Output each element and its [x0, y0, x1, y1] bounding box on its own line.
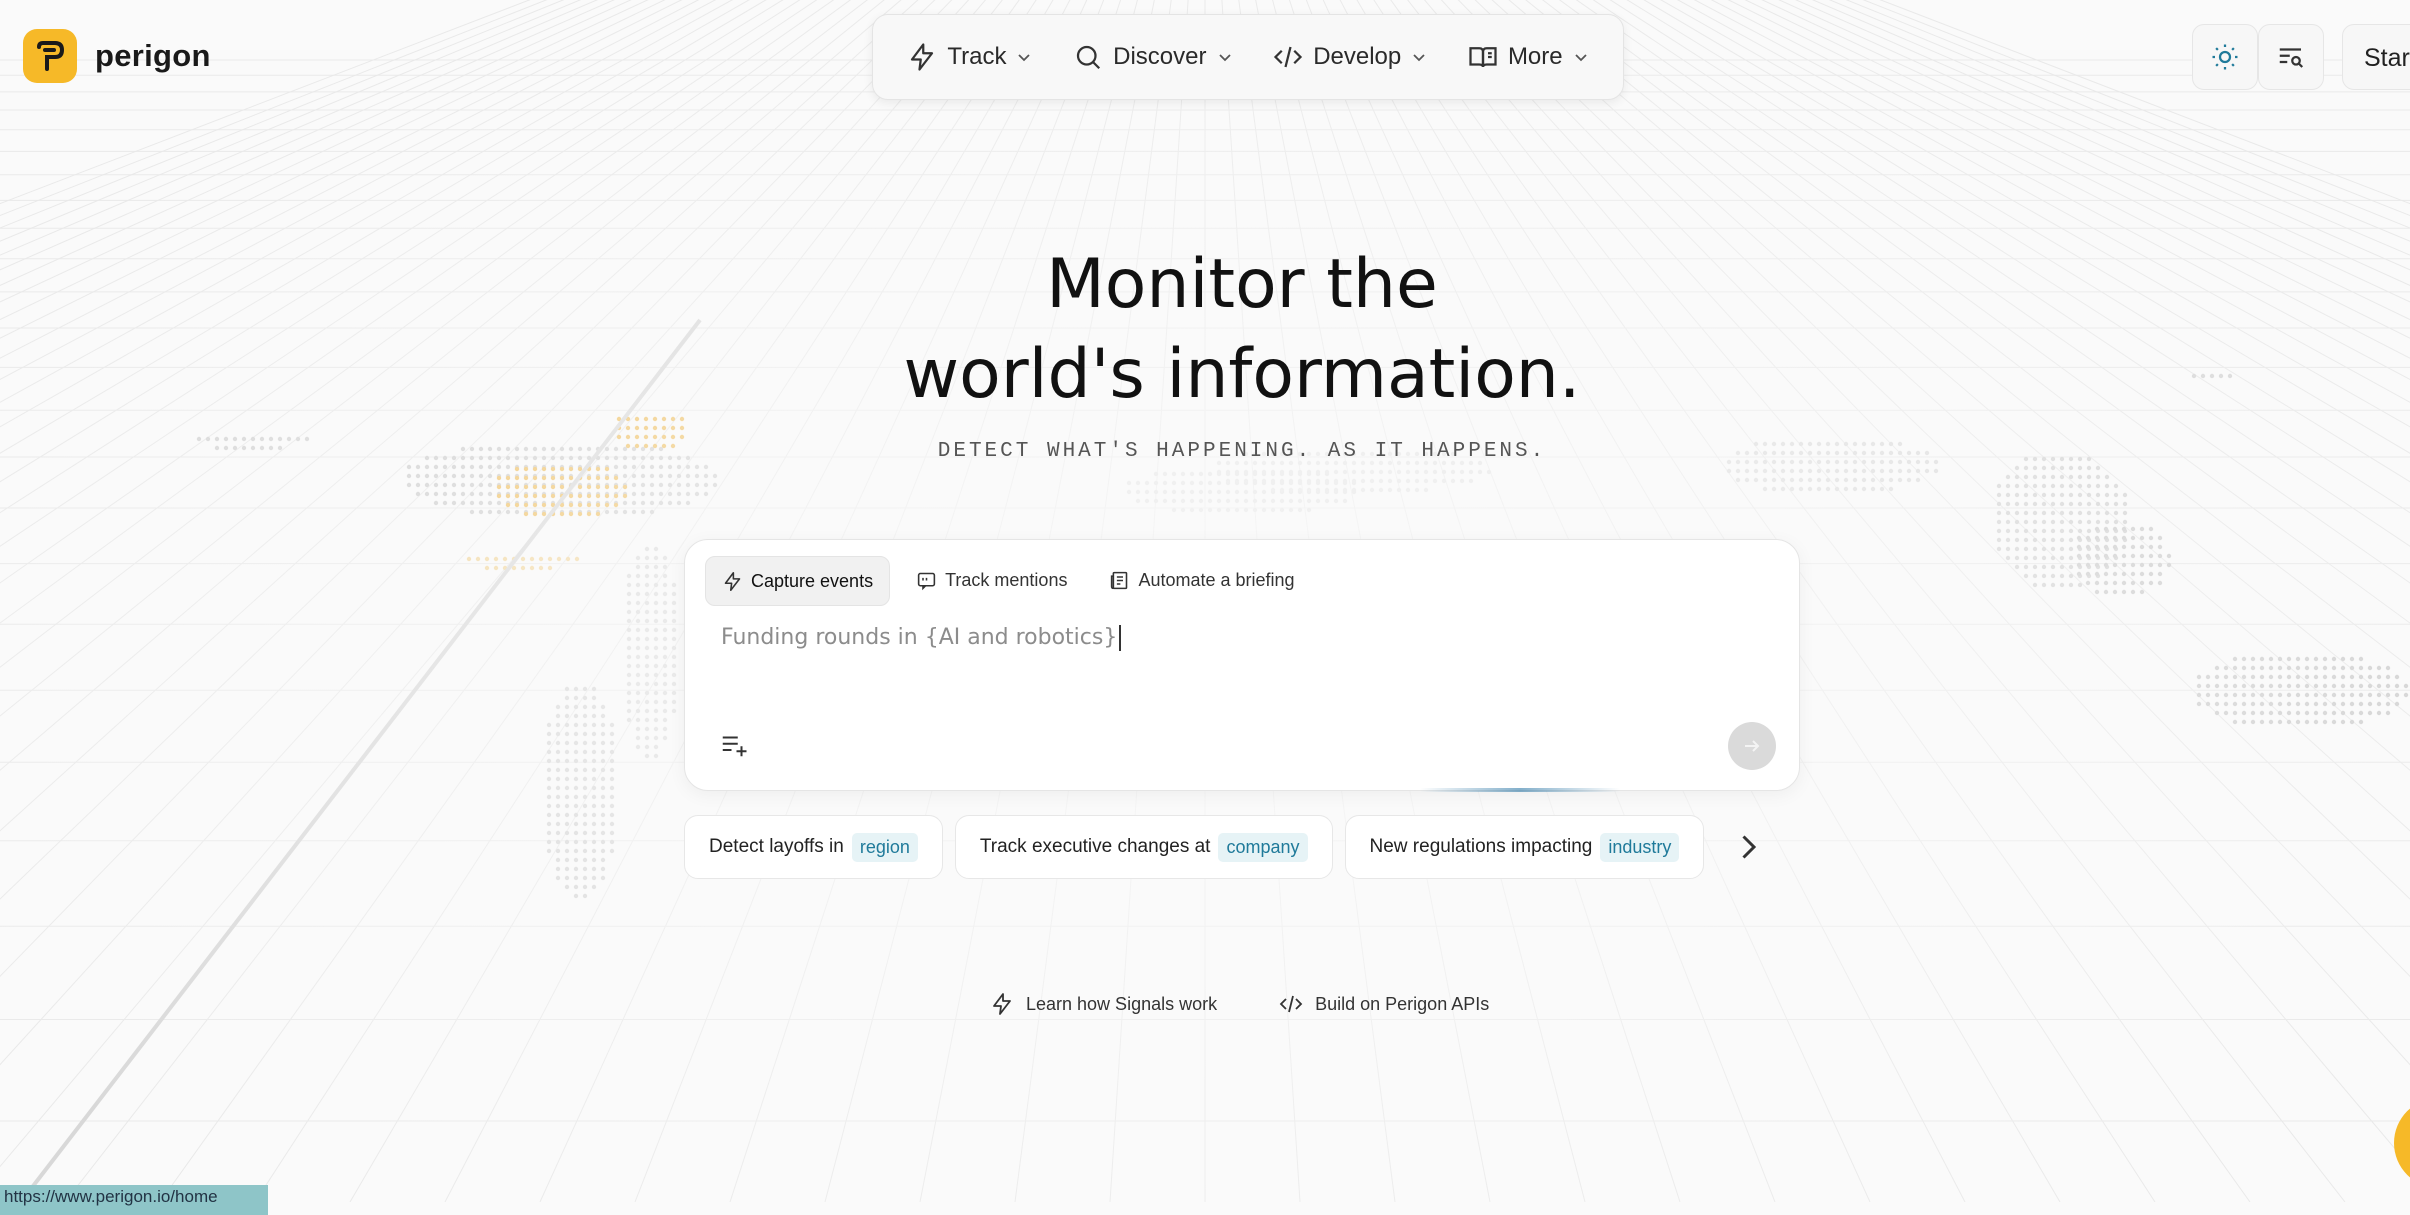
chevron-down-icon: [1574, 54, 1587, 62]
search-menu-button[interactable]: [2258, 24, 2324, 90]
link-label: Build on Perigon APIs: [1315, 993, 1490, 1014]
hero-title: Monitor the world's information.: [700, 240, 1784, 420]
chip-tag: company: [1218, 832, 1308, 862]
nav-discover-label: Discover: [1113, 43, 1207, 70]
hero-title-line-1: Monitor the: [1046, 245, 1438, 324]
chip-text: Track executive changes at: [979, 836, 1211, 857]
tab-label: Capture events: [751, 570, 874, 591]
nav-more[interactable]: More: [1468, 42, 1589, 72]
code-icon: [1274, 46, 1303, 68]
main-nav: Track Discover Develop More: [872, 14, 1624, 100]
secondary-links: Learn how Signals work Build on Perigon …: [990, 992, 1489, 1016]
search-icon: [1077, 45, 1101, 70]
suggestion-chips: Detect layoffs in region Track executive…: [684, 815, 1766, 879]
tab-track-mentions[interactable]: Track mentions: [900, 556, 1083, 604]
card-glow: [1420, 788, 1620, 792]
link-label: Learn how Signals work: [1026, 993, 1218, 1014]
list-add-icon[interactable]: [719, 730, 749, 760]
prompt-input[interactable]: Funding rounds in {AI and robotics}: [721, 625, 1122, 651]
tab-capture-events[interactable]: Capture events: [705, 556, 891, 606]
chevron-right-icon[interactable]: [1730, 829, 1766, 865]
bolt-icon: [993, 993, 1011, 1015]
book-icon: [1469, 47, 1497, 68]
bolt-icon: [911, 43, 934, 71]
status-bar-url: https://www.perigon.io/home: [0, 1185, 268, 1215]
build-apis-link[interactable]: Build on Perigon APIs: [1279, 992, 1489, 1016]
theme-toggle-button[interactable]: [2192, 24, 2258, 90]
nav-discover[interactable]: Discover: [1073, 42, 1232, 72]
newspaper-icon: [1111, 571, 1128, 589]
nav-develop-label: Develop: [1313, 43, 1402, 70]
composer-tabs: Capture events Track mentions Automate a…: [705, 556, 1311, 606]
brand-name: perigon: [95, 38, 211, 73]
suggestion-chip[interactable]: Track executive changes at company: [954, 815, 1333, 879]
quote-icon: [917, 572, 936, 590]
chip-tag: industry: [1600, 832, 1680, 862]
prompt-text: Funding rounds in {AI and robotics}: [721, 625, 1118, 650]
chip-text: Detect layoffs in: [709, 836, 844, 857]
chevron-down-icon: [1218, 54, 1231, 62]
chip-tag: region: [851, 832, 918, 862]
start-button[interactable]: Start: [2342, 24, 2410, 90]
tab-automate-briefing[interactable]: Automate a briefing: [1093, 556, 1310, 604]
hero-title-line-2: world's information.: [903, 335, 1581, 414]
text-caret: [1119, 625, 1122, 651]
nav-more-label: More: [1507, 43, 1563, 70]
arrow-right-icon: [1745, 740, 1760, 752]
code-icon: [1279, 995, 1303, 1013]
send-button[interactable]: [1728, 722, 1776, 770]
logo-icon: [23, 29, 77, 83]
tab-label: Track mentions: [945, 569, 1068, 590]
nav-track-label: Track: [947, 43, 1007, 70]
learn-signals-link[interactable]: Learn how Signals work: [990, 992, 1217, 1016]
brand-logo[interactable]: perigon: [23, 29, 211, 83]
chevron-down-icon: [1413, 54, 1425, 62]
tab-label: Automate a briefing: [1138, 569, 1295, 590]
hero-subtitle: DETECT WHAT'S HAPPENING. AS IT HAPPENS.: [937, 440, 1547, 463]
query-composer: Capture events Track mentions Automate a…: [684, 539, 1800, 791]
suggestion-chip[interactable]: Detect layoffs in region: [684, 815, 943, 879]
chip-text: New regulations impacting: [1369, 836, 1593, 857]
nav-track[interactable]: Track: [907, 42, 1032, 72]
nav-develop[interactable]: Develop: [1273, 42, 1427, 72]
chevron-down-icon: [1018, 54, 1031, 62]
search-list-icon: [2279, 48, 2304, 68]
suggestion-chip[interactable]: New regulations impacting industry: [1344, 815, 1705, 879]
sun-icon: [2212, 44, 2238, 70]
bolt-icon: [724, 571, 741, 591]
